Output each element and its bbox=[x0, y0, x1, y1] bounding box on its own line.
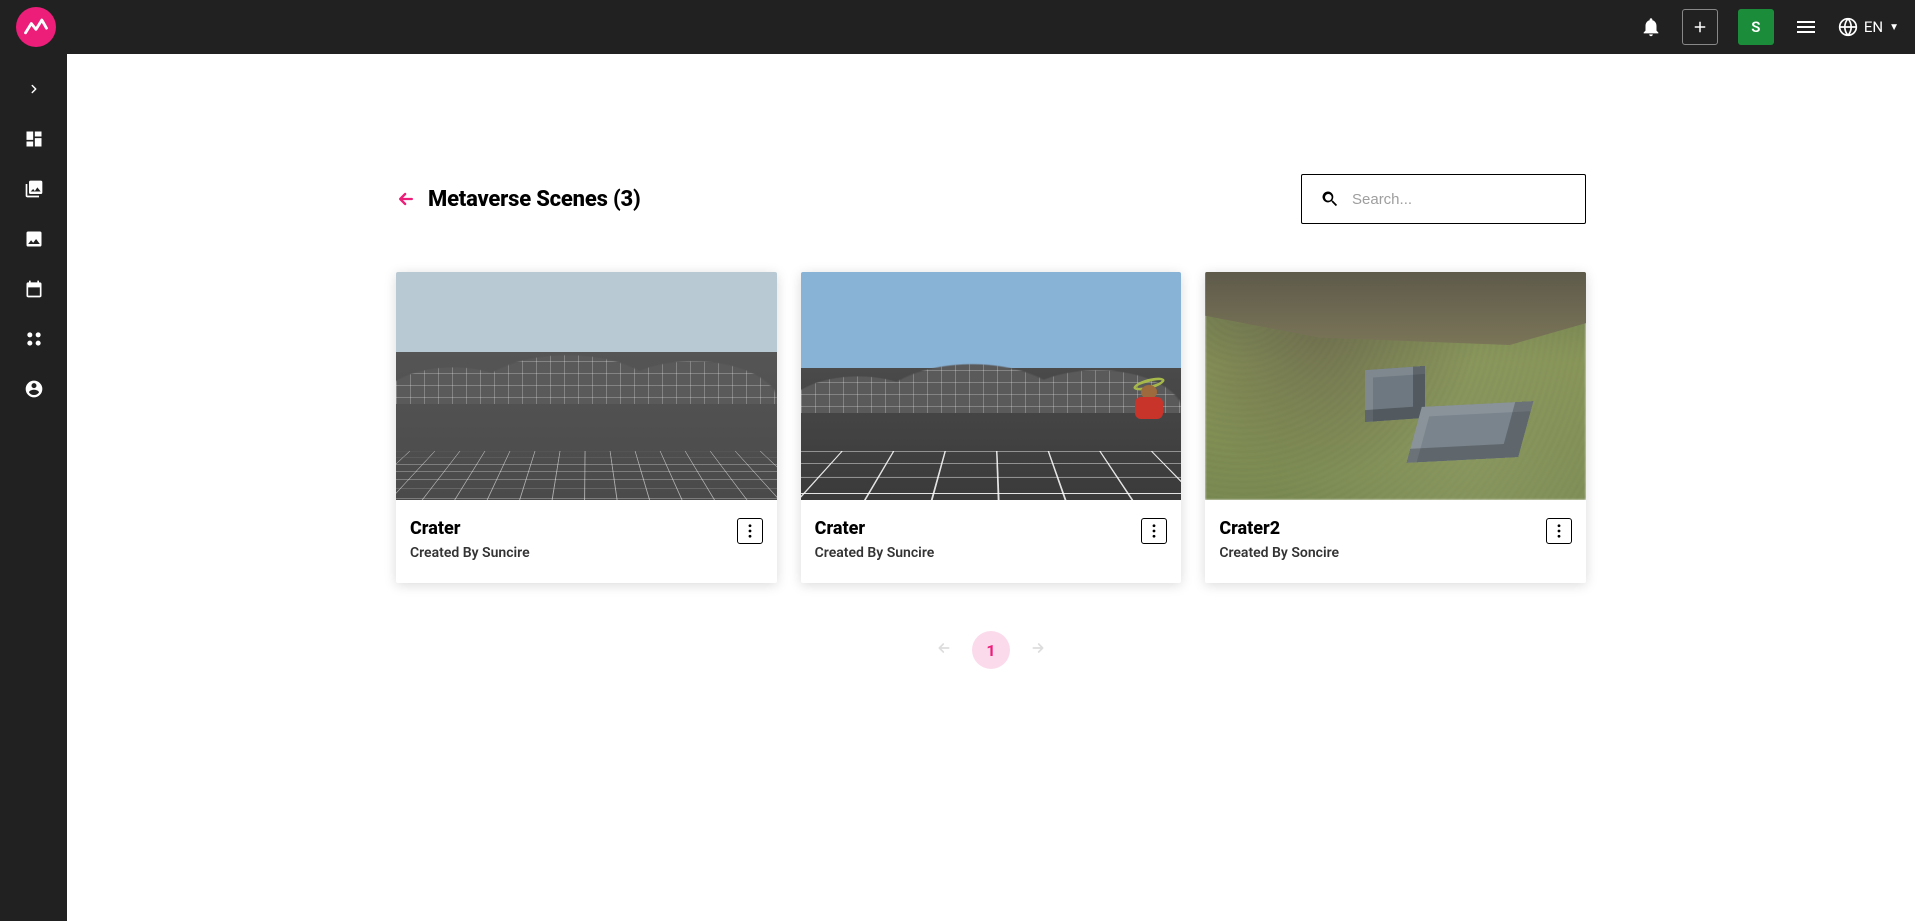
scene-thumbnail bbox=[801, 272, 1182, 500]
collections-icon bbox=[24, 179, 44, 199]
scene-card[interactable]: Crater2 Created By Soncire bbox=[1205, 272, 1586, 583]
globe-icon bbox=[1838, 17, 1858, 37]
sidebar-item-image[interactable] bbox=[0, 214, 67, 264]
notifications-button[interactable] bbox=[1640, 16, 1662, 38]
page-next bbox=[1030, 640, 1046, 660]
header-row: Metaverse Scenes (3) bbox=[396, 174, 1586, 224]
scene-thumbnail bbox=[1205, 272, 1586, 500]
sidebar-item-profile[interactable] bbox=[0, 364, 67, 414]
search-box[interactable] bbox=[1301, 174, 1586, 224]
scene-title: Crater bbox=[815, 518, 935, 539]
scenes-grid: Crater Created By Suncire bbox=[396, 272, 1586, 583]
sidebar-item-dashboard[interactable] bbox=[0, 114, 67, 164]
main: Metaverse Scenes (3) bbox=[67, 54, 1915, 921]
search-icon bbox=[1320, 189, 1340, 209]
scene-creator: Created By Suncire bbox=[815, 545, 935, 561]
create-button[interactable] bbox=[1682, 9, 1718, 45]
dashboard-icon bbox=[24, 129, 44, 149]
chevron-right-icon bbox=[27, 82, 41, 96]
image-icon bbox=[24, 229, 44, 249]
scene-title: Crater2 bbox=[1219, 518, 1339, 539]
avatar-letter: S bbox=[1751, 18, 1760, 36]
card-body: Crater Created By Suncire bbox=[801, 500, 1182, 583]
caret-down-icon: ▼ bbox=[1889, 22, 1899, 33]
sidebar-expand[interactable] bbox=[0, 64, 67, 114]
user-avatar[interactable]: S bbox=[1738, 9, 1774, 45]
hamburger-icon bbox=[1794, 15, 1818, 39]
page-number-current[interactable]: 1 bbox=[972, 631, 1010, 669]
back-button[interactable] bbox=[396, 189, 416, 209]
title-group: Metaverse Scenes (3) bbox=[396, 187, 641, 212]
arrow-left-icon bbox=[936, 640, 952, 656]
arrow-right-icon bbox=[1030, 640, 1046, 656]
more-vertical-icon bbox=[748, 524, 752, 538]
more-vertical-icon bbox=[1152, 524, 1156, 538]
sidebar bbox=[0, 54, 67, 921]
page-prev bbox=[936, 640, 952, 660]
sidebar-item-apps[interactable] bbox=[0, 314, 67, 364]
title-count: (3) bbox=[613, 187, 641, 212]
card-body: Crater2 Created By Soncire bbox=[1205, 500, 1586, 583]
scene-more-button[interactable] bbox=[1141, 518, 1167, 544]
language-label: EN bbox=[1864, 18, 1883, 36]
logo[interactable] bbox=[16, 7, 56, 47]
language-selector[interactable]: EN ▼ bbox=[1838, 17, 1899, 37]
card-text: Crater Created By Suncire bbox=[815, 518, 935, 561]
scene-creator: Created By Soncire bbox=[1219, 545, 1339, 561]
scene-card[interactable]: Crater Created By Suncire bbox=[396, 272, 777, 583]
title-text: Metaverse Scenes bbox=[428, 187, 608, 212]
topbar-left bbox=[16, 7, 56, 47]
card-body: Crater Created By Suncire bbox=[396, 500, 777, 583]
scene-more-button[interactable] bbox=[737, 518, 763, 544]
plus-icon bbox=[1691, 18, 1709, 36]
account-icon bbox=[24, 379, 44, 399]
pagination: 1 bbox=[396, 631, 1586, 669]
scene-title: Crater bbox=[410, 518, 530, 539]
menu-button[interactable] bbox=[1794, 15, 1818, 39]
bell-icon bbox=[1640, 16, 1662, 38]
topbar: S EN ▼ bbox=[0, 0, 1915, 54]
calendar-icon bbox=[24, 279, 44, 299]
scene-creator: Created By Suncire bbox=[410, 545, 530, 561]
apps-icon bbox=[24, 329, 44, 349]
more-vertical-icon bbox=[1557, 524, 1561, 538]
page-title: Metaverse Scenes (3) bbox=[428, 187, 641, 212]
sidebar-item-events[interactable] bbox=[0, 264, 67, 314]
scene-card[interactable]: Crater Created By Suncire bbox=[801, 272, 1182, 583]
card-text: Crater Created By Suncire bbox=[410, 518, 530, 561]
card-text: Crater2 Created By Soncire bbox=[1219, 518, 1339, 561]
logo-icon bbox=[22, 13, 50, 41]
scene-thumbnail bbox=[396, 272, 777, 500]
content: Metaverse Scenes (3) bbox=[386, 174, 1596, 669]
arrow-left-icon bbox=[396, 189, 416, 209]
topbar-right: S EN ▼ bbox=[1640, 9, 1899, 45]
scene-character bbox=[1127, 381, 1171, 431]
page-number-label: 1 bbox=[986, 641, 995, 660]
scene-more-button[interactable] bbox=[1546, 518, 1572, 544]
search-input[interactable] bbox=[1352, 191, 1571, 208]
sidebar-item-collections[interactable] bbox=[0, 164, 67, 214]
